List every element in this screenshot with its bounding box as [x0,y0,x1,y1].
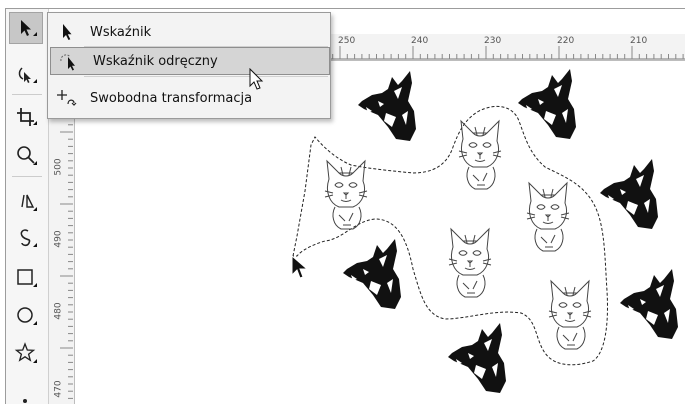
mouse-cursor-icon [291,255,309,279]
cat-image [458,120,502,190]
parallel-dimension-icon [21,194,37,211]
flyout-item-freehand-pick[interactable]: Wskaźnik odręczny [50,47,330,75]
cat-image [324,160,368,230]
ruler-label-480: 480 [53,302,64,320]
dog-image [343,239,401,309]
flyout-separator [84,76,328,77]
toolbox [6,8,49,404]
crop-icon [17,108,37,126]
flyout-item-label: Wskaźnik [90,24,152,40]
hand-cursor-icon [249,68,264,90]
crop-tool-button[interactable] [10,102,42,132]
cat-image [448,228,492,298]
ellipse-tool-button[interactable] [10,300,42,330]
arrow-pointer-icon [63,24,72,40]
pick-tool-button[interactable] [9,12,43,44]
dog-image [448,323,506,393]
star-icon [14,342,37,363]
flyout-item-label: Swobodna transformacja [90,90,253,106]
shape-tool-button[interactable] [10,60,42,90]
pick-tools-flyout: Wskaźnik Wskaźnik odręczny Swobodna tran… [47,12,331,119]
node-edit-icon [18,67,37,83]
polygon-tool-button[interactable] [10,338,42,368]
curve-tool-button[interactable] [10,222,42,252]
cat-image [548,280,592,350]
magnifier-icon [17,146,37,165]
free-transform-icon [57,90,77,106]
ruler-label-220: 220 [557,36,575,46]
window-left-border [5,8,6,404]
toolbox-separator [12,176,42,177]
toolbox-separator [12,94,42,95]
dog-image [518,69,576,139]
ellipse-icon [17,307,37,325]
ruler-label-240: 240 [411,36,429,46]
ruler-label-250: 250 [338,36,356,46]
dog-image [620,269,678,339]
ruler-label-500: 500 [53,158,64,176]
rectangle-tool-button[interactable] [10,262,42,292]
zoom-tool-button[interactable] [10,140,42,170]
corel-draw-window: 250 240 230 220 210 500 490 480 470 Wska… [0,0,685,404]
arrow-pointer-icon [21,20,37,36]
flyout-item-free-transform[interactable]: Swobodna transformacja [48,85,330,111]
window-top-border [5,8,685,9]
ruler-label-490: 490 [53,230,64,248]
ruler-label-210: 210 [630,36,648,46]
dog-image [600,159,658,229]
ruler-label-470: 470 [53,380,64,398]
cat-image [526,182,570,252]
dimension-tool-button[interactable] [10,186,42,216]
more-tools-icon [23,399,27,403]
freehand-curve-icon [20,229,37,247]
flyout-item-pick[interactable]: Wskaźnik [48,19,330,45]
freehand-pick-icon [60,54,75,71]
dog-image [358,71,416,141]
rectangle-icon [17,269,37,287]
ruler-label-230: 230 [484,36,502,46]
flyout-item-label: Wskaźnik odręczny [93,53,218,69]
